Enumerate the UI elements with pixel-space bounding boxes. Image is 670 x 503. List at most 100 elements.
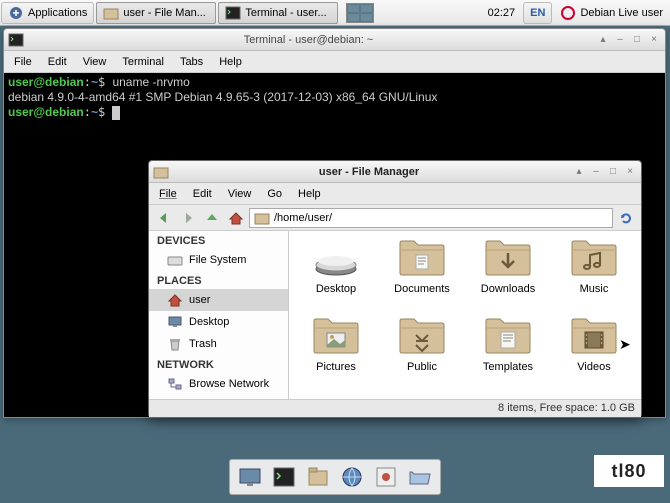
- folder-music[interactable]: Music: [551, 239, 637, 313]
- sidebar-item-desktop[interactable]: Desktop: [149, 311, 288, 333]
- public-folder-icon: [398, 317, 446, 357]
- debian-icon: [560, 5, 576, 21]
- files-icon: [306, 465, 330, 489]
- applications-menu-button[interactable]: Applications: [1, 2, 94, 24]
- maximize-button[interactable]: □: [630, 33, 644, 47]
- folder-videos[interactable]: Videos: [551, 317, 637, 391]
- videos-folder-icon: [570, 317, 618, 357]
- folder-icon: [103, 5, 119, 21]
- templates-folder-icon: [484, 317, 532, 357]
- keyboard-indicator[interactable]: EN: [523, 2, 552, 24]
- folder-templates[interactable]: Templates: [465, 317, 551, 391]
- menu-icon: [8, 5, 24, 21]
- taskbar-item-terminal[interactable]: Terminal - user...: [218, 2, 338, 24]
- dock-folder[interactable]: [406, 463, 434, 491]
- sidebar-head-places: PLACES: [149, 271, 288, 289]
- close-button[interactable]: ×: [647, 33, 661, 47]
- menu-terminal[interactable]: Terminal: [116, 54, 170, 70]
- back-button[interactable]: [153, 207, 175, 229]
- desktop-folder-icon: [312, 239, 360, 279]
- clock[interactable]: 02:27: [482, 2, 522, 24]
- minimize-button[interactable]: –: [589, 165, 603, 179]
- fm-toolbar: /home/user/: [149, 205, 641, 231]
- rollup-button[interactable]: ▴: [596, 33, 610, 47]
- folder-pictures[interactable]: Pictures: [293, 317, 379, 391]
- applications-label: Applications: [28, 7, 87, 19]
- menu-edit[interactable]: Edit: [187, 186, 218, 202]
- terminal-icon: [225, 5, 241, 21]
- sidebar-item-user[interactable]: user: [149, 289, 288, 311]
- home-icon: [167, 292, 183, 308]
- file-manager-window: user - File Manager ▴ – □ × File Edit Vi…: [148, 160, 642, 418]
- bottom-dock: [229, 459, 441, 495]
- drive-icon: [167, 252, 183, 268]
- dock-terminal[interactable]: [270, 463, 298, 491]
- home-icon: [228, 210, 244, 226]
- folder-desktop[interactable]: Desktop: [293, 239, 379, 313]
- fm-icon-view[interactable]: Desktop Documents Downloads Music Pictur…: [289, 231, 641, 399]
- folder-downloads[interactable]: Downloads: [465, 239, 551, 313]
- rollup-button[interactable]: ▴: [572, 165, 586, 179]
- menu-help[interactable]: Help: [213, 54, 248, 70]
- taskbar-item-filemanager[interactable]: user - File Man...: [96, 2, 216, 24]
- fm-title: user - File Manager: [169, 166, 569, 178]
- terminal-titlebar[interactable]: Terminal - user@debian: ~ ▴ – □ ×: [4, 29, 665, 51]
- workspace-pager[interactable]: [340, 2, 380, 24]
- music-folder-icon: [570, 239, 618, 279]
- fm-titlebar[interactable]: user - File Manager ▴ – □ ×: [149, 161, 641, 183]
- menu-view[interactable]: View: [222, 186, 258, 202]
- dock-browser[interactable]: [338, 463, 366, 491]
- sidebar-item-filesystem[interactable]: File System: [149, 249, 288, 271]
- terminal-menubar: File Edit View Terminal Tabs Help: [4, 51, 665, 73]
- menu-tabs[interactable]: Tabs: [174, 54, 209, 70]
- fm-menubar: File Edit View Go Help: [149, 183, 641, 205]
- folder-documents[interactable]: Documents: [379, 239, 465, 313]
- arrow-up-icon: [204, 210, 220, 226]
- folder-icon: [153, 164, 169, 180]
- forward-button[interactable]: [177, 207, 199, 229]
- top-panel: Applications user - File Man... Terminal…: [0, 0, 670, 26]
- sidebar-head-devices: DEVICES: [149, 231, 288, 249]
- refresh-icon: [618, 210, 634, 226]
- up-button[interactable]: [201, 207, 223, 229]
- terminal-icon: [272, 465, 296, 489]
- folder-open-icon: [408, 465, 432, 489]
- fm-statusbar: 8 items, Free space: 1.0 GB: [149, 399, 641, 417]
- globe-icon: [340, 465, 364, 489]
- task-label: Terminal - user...: [245, 7, 326, 19]
- sidebar-item-browse-network[interactable]: Browse Network: [149, 373, 288, 395]
- network-icon: [167, 376, 183, 392]
- folder-public[interactable]: Public: [379, 317, 465, 391]
- menu-view[interactable]: View: [77, 54, 113, 70]
- menu-file[interactable]: File: [153, 186, 183, 202]
- dock-filemanager[interactable]: [304, 463, 332, 491]
- refresh-button[interactable]: [615, 207, 637, 229]
- mouse-cursor: ➤: [619, 336, 631, 353]
- app-icon: [374, 465, 398, 489]
- path-entry[interactable]: /home/user/: [249, 208, 613, 228]
- terminal-icon: [8, 32, 24, 48]
- folder-icon: [254, 210, 270, 226]
- menu-edit[interactable]: Edit: [42, 54, 73, 70]
- session-label[interactable]: Debian Live user: [554, 2, 669, 24]
- dock-show-desktop[interactable]: [236, 463, 264, 491]
- downloads-folder-icon: [484, 239, 532, 279]
- home-button[interactable]: [225, 207, 247, 229]
- dock-settings[interactable]: [372, 463, 400, 491]
- menu-help[interactable]: Help: [292, 186, 327, 202]
- documents-folder-icon: [398, 239, 446, 279]
- desktop-icon: [167, 314, 183, 330]
- desktop-icon: [238, 465, 262, 489]
- maximize-button[interactable]: □: [606, 165, 620, 179]
- watermark: tl80: [594, 455, 664, 487]
- minimize-button[interactable]: –: [613, 33, 627, 47]
- menu-go[interactable]: Go: [261, 186, 288, 202]
- close-button[interactable]: ×: [623, 165, 637, 179]
- arrow-right-icon: [180, 210, 196, 226]
- arrow-left-icon: [156, 210, 172, 226]
- menu-file[interactable]: File: [8, 54, 38, 70]
- sidebar-item-trash[interactable]: Trash: [149, 333, 288, 355]
- trash-icon: [167, 336, 183, 352]
- fm-sidebar: DEVICES File System PLACES user Desktop …: [149, 231, 289, 399]
- pictures-folder-icon: [312, 317, 360, 357]
